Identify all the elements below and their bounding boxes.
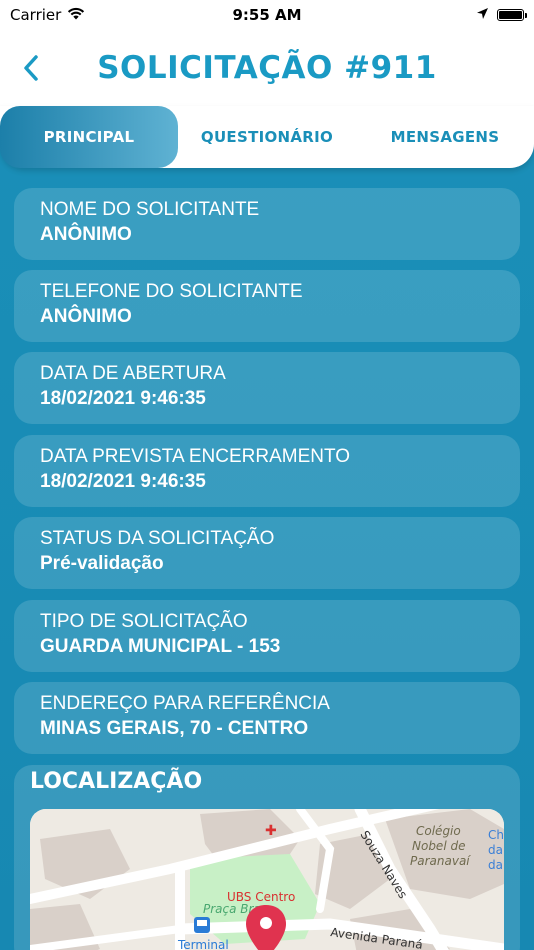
location-arrow-icon: [476, 6, 489, 24]
field-label: NOME DO SOLICITANTE: [40, 199, 260, 220]
map-label-edge-1: Ch: [488, 828, 504, 842]
card-data-abertura: DATA DE ABERTURA 18/02/2021 9:46:35: [14, 352, 520, 424]
map-label-colegio-1: Colégio: [416, 824, 461, 838]
map-label-colegio-2: Nobel de: [412, 839, 465, 853]
tab-questionario[interactable]: QUESTIONÁRIO: [178, 106, 356, 168]
status-right: [404, 6, 527, 24]
chevron-left-icon: [24, 55, 38, 81]
field-label: TIPO DE SOLICITAÇÃO: [40, 611, 248, 632]
location-section: LOCALIZAÇÃO ✚ UBS Centro Praça Bra Termi…: [14, 765, 520, 950]
card-nome-solicitante: NOME DO SOLICITANTE ANÔNIMO: [14, 188, 520, 260]
hospital-icon: ✚: [265, 823, 277, 839]
field-value: ANÔNIMO: [40, 224, 132, 245]
header: SOLICITAÇÃO #911: [0, 30, 534, 106]
location-title: LOCALIZAÇÃO: [30, 769, 203, 794]
map-label-terminal: Terminal: [177, 938, 229, 950]
card-endereco: ENDEREÇO PARA REFERÊNCIA MINAS GERAIS, 7…: [14, 682, 520, 754]
map-view[interactable]: ✚ UBS Centro Praça Bra Terminal Avenida …: [30, 809, 504, 950]
status-bar: Carrier 9:55 AM: [0, 0, 534, 30]
field-value: GUARDA MUNICIPAL - 153: [40, 636, 281, 657]
tab-principal[interactable]: PRINCIPAL: [0, 106, 178, 168]
map-label-edge-3: da: [488, 858, 503, 872]
field-label: DATA PREVISTA ENCERRAMENTO: [40, 446, 351, 467]
field-value: ANÔNIMO: [40, 306, 132, 327]
card-telefone-solicitante: TELEFONE DO SOLICITANTE ANÔNIMO: [14, 270, 520, 342]
card-status: STATUS DA SOLICITAÇÃO Pré-validação: [14, 517, 520, 589]
card-data-prevista: DATA PREVISTA ENCERRAMENTO 18/02/2021 9:…: [14, 435, 520, 507]
field-label: STATUS DA SOLICITAÇÃO: [40, 528, 275, 549]
field-label: ENDEREÇO PARA REFERÊNCIA: [40, 693, 330, 714]
clock: 9:55 AM: [232, 6, 302, 24]
field-value: Pré-validação: [40, 553, 164, 574]
status-left: Carrier: [10, 6, 130, 24]
carrier-label: Carrier: [10, 6, 62, 24]
page-title: SOLICITAÇÃO #911: [97, 50, 437, 86]
map-label-colegio-3: Paranavaí: [410, 854, 471, 868]
wifi-icon: [67, 6, 85, 24]
map-label-edge-2: da: [488, 843, 503, 857]
tab-mensagens[interactable]: MENSAGENS: [356, 106, 534, 168]
field-label: DATA DE ABERTURA: [40, 363, 226, 384]
back-button[interactable]: [16, 50, 46, 86]
battery-icon: [496, 9, 527, 21]
field-value: MINAS GERAIS, 70 - CENTRO: [40, 718, 309, 739]
field-value: 18/02/2021 9:46:35: [40, 388, 206, 409]
map-graphic: ✚ UBS Centro Praça Bra Terminal Avenida …: [30, 809, 504, 950]
card-tipo: TIPO DE SOLICITAÇÃO GUARDA MUNICIPAL - 1…: [14, 600, 520, 672]
tab-bar: PRINCIPAL QUESTIONÁRIO MENSAGENS: [0, 106, 534, 168]
field-label: TELEFONE DO SOLICITANTE: [40, 281, 303, 302]
bus-icon: [194, 917, 210, 933]
field-value: 18/02/2021 9:46:35: [40, 471, 206, 492]
